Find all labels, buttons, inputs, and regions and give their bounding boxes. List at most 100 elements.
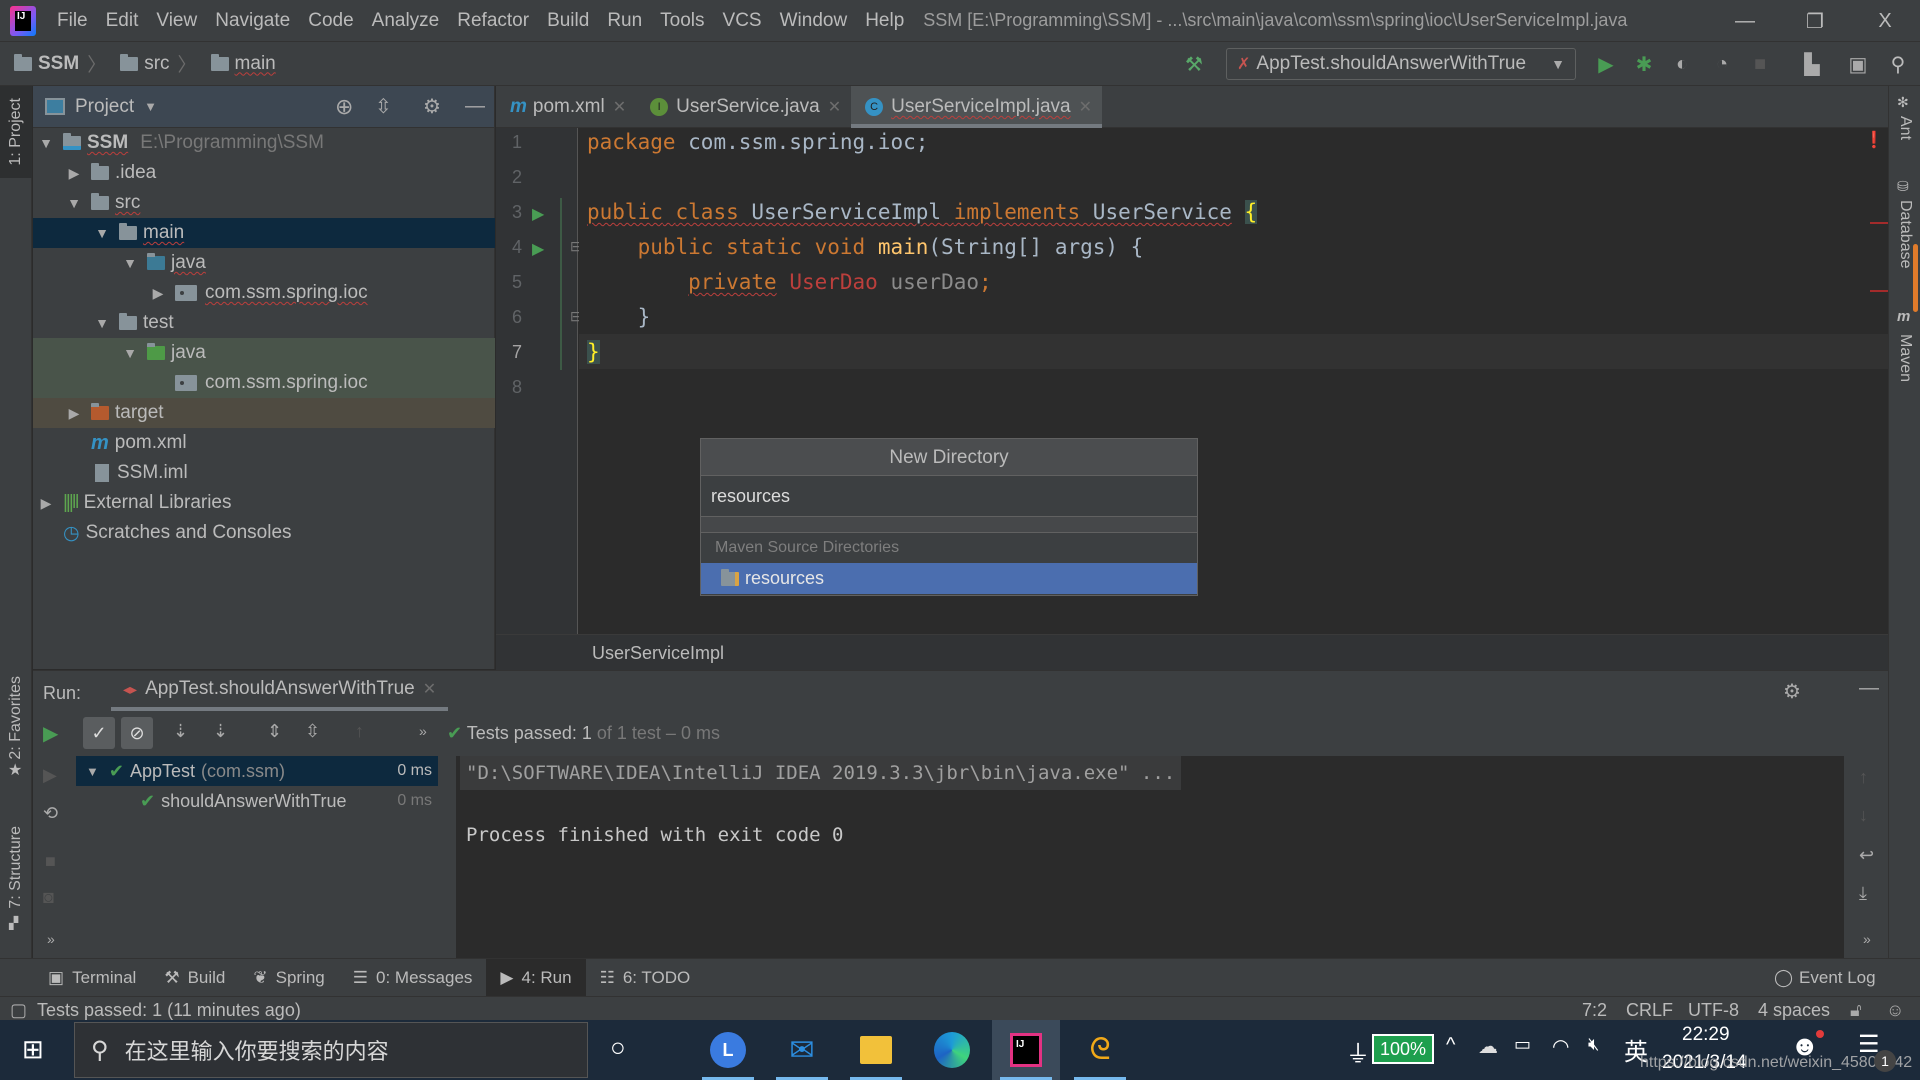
gear-icon[interactable]: ⚙ — [1783, 679, 1801, 704]
tree-item-external-libraries[interactable]: ▶ |||‖ External Libraries — [33, 488, 495, 518]
more-actions-icon[interactable]: » — [419, 723, 427, 739]
test-row-should-answer[interactable]: ✔ shouldAnswerWithTrue 0 ms — [76, 786, 438, 816]
breadcrumb-ssm[interactable]: SSM 〉 — [14, 50, 106, 77]
tree-item-main-java[interactable]: ▼ java — [33, 248, 495, 278]
screenshot-icon[interactable]: ◙ — [43, 887, 54, 908]
tool-tab-spring[interactable]: ❦ Spring — [239, 959, 338, 997]
onedrive-cloud-icon[interactable]: ☁ — [1478, 1034, 1498, 1059]
windows-start-icon[interactable]: ⊞ — [22, 1034, 44, 1065]
chat-face-icon[interactable]: ☻ — [1790, 1030, 1819, 1062]
menu-analyze[interactable]: Analyze — [363, 0, 449, 42]
scroll-down-icon[interactable]: ↓ — [1859, 805, 1868, 826]
rerun-failed-icon[interactable]: ▶ — [43, 765, 57, 786]
taskbar-app-l[interactable]: L — [694, 1020, 762, 1080]
toggle-auto-test-icon[interactable]: ⟲ — [43, 803, 58, 824]
battery-status-icon[interactable]: ▭ — [1514, 1034, 1531, 1055]
run-gutter-icon[interactable]: ▶ — [532, 204, 544, 224]
tab-pom-xml[interactable]: m pom.xml ✕ — [496, 86, 636, 128]
maven-tool-button[interactable]: m Maven — [1889, 308, 1920, 418]
search-icon[interactable]: ⚲ — [1886, 52, 1910, 76]
test-row-apptest[interactable]: ▼ ✔ AppTest (com.ssm) 0 ms — [76, 756, 438, 786]
tree-item-idea[interactable]: ▶ .idea — [33, 158, 495, 188]
more-actions-icon[interactable]: » — [47, 931, 55, 947]
menu-file[interactable]: File — [48, 0, 97, 42]
volume-muted-icon[interactable]: 🔇︎ — [1588, 1034, 1599, 1055]
structure-tool-button[interactable]: 7: Structure ▞ — [0, 826, 32, 936]
scroll-up-icon[interactable]: ↑ — [1859, 767, 1868, 788]
tree-item-main-package[interactable]: ▶ com.ssm.spring.ioc — [33, 278, 495, 308]
menu-navigate[interactable]: Navigate — [206, 0, 299, 42]
run-gutter-icon[interactable]: ▶ — [532, 239, 544, 259]
tab-userservice-java[interactable]: I UserService.java ✕ — [636, 86, 851, 128]
indent-setting[interactable]: 4 spaces — [1758, 1000, 1830, 1021]
breadcrumb-main[interactable]: main — [210, 53, 276, 75]
tree-item-pom[interactable]: m pom.xml — [33, 428, 495, 458]
tree-item-src[interactable]: ▼ src — [33, 188, 495, 218]
taskbar-search-box[interactable]: ⚲ 在这里输入你要搜索的内容 — [74, 1022, 588, 1078]
unlock-icon[interactable]: 🔓︎ — [1850, 1000, 1862, 1021]
tree-item-test[interactable]: ▼ test — [33, 308, 495, 338]
scroll-to-end-icon[interactable]: ⤓ — [1859, 883, 1867, 904]
tree-item-test-package[interactable]: com.ssm.spring.ioc — [33, 368, 495, 398]
previous-failed-icon[interactable]: ↑ — [355, 721, 364, 742]
close-tab-icon[interactable]: ✕ — [423, 679, 436, 699]
menu-view[interactable]: View — [147, 0, 206, 42]
breadcrumb-class[interactable]: UserServiceImpl — [592, 643, 724, 664]
toggle-tool-windows-icon[interactable]: ▢ — [10, 1000, 27, 1021]
menu-edit[interactable]: Edit — [97, 0, 148, 42]
tab-userserviceimpl-java[interactable]: C UserServiceImpl.java ✕ — [851, 86, 1103, 128]
taskbar-app-explorer[interactable] — [842, 1020, 910, 1080]
run-icon[interactable]: ▶ — [1594, 52, 1618, 76]
taskbar-app-edge[interactable] — [918, 1020, 986, 1080]
tree-item-ssm[interactable]: ▼ SSM E:\Programming\SSM — [33, 128, 495, 158]
stop-icon[interactable]: ■ — [1748, 52, 1772, 76]
more-actions-icon[interactable]: » — [1863, 931, 1871, 947]
console-output[interactable]: "D:\SOFTWARE\IDEA\IntelliJ IDEA 2019.3.3… — [456, 756, 1844, 958]
profile-icon[interactable]: ◔ — [1710, 52, 1734, 76]
menu-code[interactable]: Code — [299, 0, 362, 42]
caret-position[interactable]: 7:2 — [1582, 1000, 1607, 1021]
chevron-down-icon[interactable]: ▼ — [144, 99, 157, 114]
show-hidden-icons[interactable]: ^ — [1446, 1034, 1455, 1057]
close-tab-icon[interactable]: ✕ — [1079, 97, 1092, 117]
directory-name-input[interactable]: resources — [701, 476, 1197, 517]
menu-run[interactable]: Run — [598, 0, 651, 42]
sort-duration-icon[interactable]: ⇣ — [213, 721, 228, 742]
sort-alpha-icon[interactable]: ⇣ — [173, 721, 188, 742]
soft-wrap-icon[interactable]: ↩ — [1859, 845, 1874, 866]
menu-tools[interactable]: Tools — [651, 0, 713, 42]
build-hammer-icon[interactable]: ⚒ — [1182, 52, 1206, 76]
file-encoding[interactable]: UTF-8 — [1688, 1000, 1739, 1021]
cortana-icon[interactable]: ○ — [610, 1032, 626, 1063]
gear-icon[interactable]: ⚙ — [423, 94, 441, 119]
tool-tab-run[interactable]: ▶ 4: Run — [486, 958, 586, 997]
tool-tab-build[interactable]: ⚒ Build — [150, 959, 239, 997]
menu-build[interactable]: Build — [538, 0, 598, 42]
tool-tab-todo[interactable]: ☷ 6: TODO — [586, 959, 705, 997]
show-passed-toggle[interactable]: ✓ — [83, 717, 115, 749]
tree-item-iml[interactable]: SSM.iml — [33, 458, 495, 488]
menu-help[interactable]: Help — [856, 0, 913, 42]
tree-item-target[interactable]: ▶ target — [33, 398, 495, 428]
close-tab-icon[interactable]: ✕ — [613, 97, 626, 117]
rerun-icon[interactable]: ▶ — [43, 721, 58, 746]
close-tab-icon[interactable]: ✕ — [828, 97, 841, 117]
tool-tab-messages[interactable]: ☰ 0: Messages — [339, 959, 487, 997]
show-ignored-toggle[interactable]: ⊘ — [121, 717, 153, 749]
restore-button[interactable]: ❐ — [1780, 0, 1850, 42]
ant-tool-button[interactable]: ✻ Ant — [1889, 94, 1920, 164]
expand-all-icon[interactable]: ⇕ — [267, 721, 282, 742]
menu-vcs[interactable]: VCS — [714, 0, 771, 42]
error-indicator-icon[interactable]: ❗ — [1864, 130, 1884, 149]
project-tool-button[interactable]: 1: Project — [0, 86, 32, 178]
favorites-tool-button[interactable]: 2: Favorites ★ — [0, 676, 32, 786]
hide-icon[interactable]: — — [1859, 677, 1879, 700]
suggestion-resources[interactable]: resources — [701, 563, 1197, 594]
breadcrumb-src[interactable]: src 〉 — [120, 50, 197, 77]
debug-icon[interactable]: ✱ — [1632, 52, 1656, 76]
tree-item-scratches[interactable]: ◷ Scratches and Consoles — [33, 518, 495, 548]
locate-icon[interactable]: ⊕ — [335, 94, 353, 120]
tool-tab-terminal[interactable]: ▣ Terminal — [34, 959, 150, 997]
hide-icon[interactable]: — — [465, 95, 485, 118]
clock-time[interactable]: 22:29 — [1682, 1024, 1730, 1046]
